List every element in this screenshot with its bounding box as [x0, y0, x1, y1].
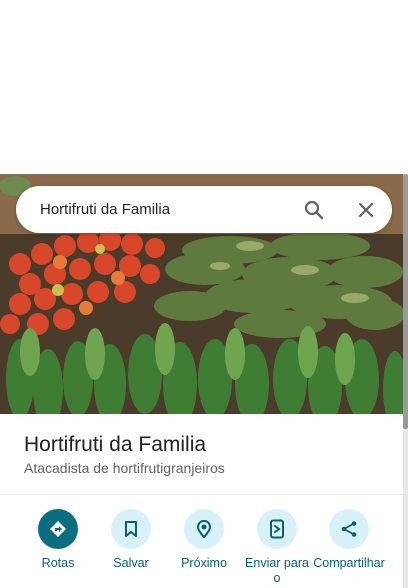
share-label: Compartilhar — [313, 556, 385, 570]
share-icon — [329, 509, 369, 549]
nearby-label: Próximo — [181, 556, 227, 570]
save-label: Salvar — [113, 556, 149, 570]
close-icon[interactable] — [354, 198, 378, 222]
directions-icon — [38, 509, 78, 549]
send-to-phone-label: Enviar para o — [245, 556, 309, 585]
share-button[interactable]: Compartilhar — [313, 509, 385, 571]
directions-button[interactable]: Rotas — [22, 509, 94, 571]
nearby-icon — [184, 509, 224, 549]
send-to-phone-button[interactable]: Enviar para o — [241, 509, 313, 586]
save-button[interactable]: Salvar — [95, 509, 167, 571]
divider — [0, 494, 403, 495]
scrollbar-thumb[interactable] — [403, 174, 408, 429]
nearby-button[interactable]: Próximo — [168, 509, 240, 571]
search-icon[interactable] — [302, 198, 326, 222]
place-title: Hortifruti da Familia — [24, 433, 207, 456]
directions-label: Rotas — [41, 556, 75, 570]
bookmark-icon — [111, 509, 151, 549]
search-query-text[interactable]: Hortifruti da Familia — [40, 201, 170, 218]
place-category[interactable]: Atacadista de hortifrutigranjeiros — [24, 460, 225, 476]
send-to-phone-icon — [257, 509, 297, 549]
search-box[interactable]: Hortifruti da Familia — [16, 186, 392, 233]
